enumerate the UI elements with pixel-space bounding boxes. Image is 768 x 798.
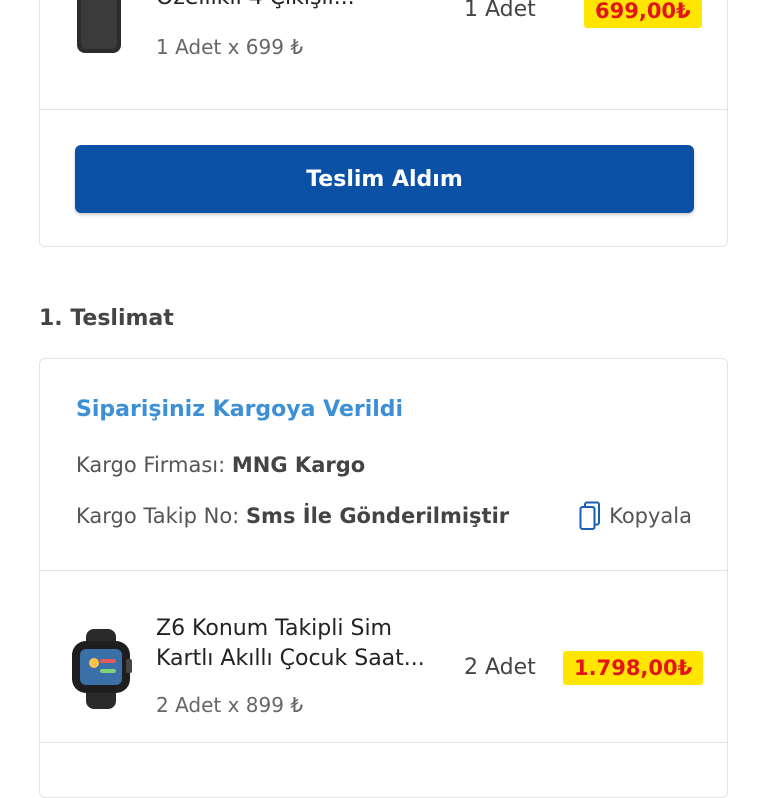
divider [40, 742, 727, 743]
tracking-label: Kargo Takip No: [76, 504, 240, 528]
copy-label: Kopyala [609, 504, 692, 528]
copy-button[interactable]: Kopyala [579, 501, 692, 531]
divider [40, 109, 727, 110]
order-card: Özellikli 4 Çıkışlı... 1 Adet 699,00₺ 1 … [39, 0, 728, 247]
product-quantity: 2 Adet [464, 655, 536, 680]
confirm-delivery-button[interactable]: Teslim Aldım [75, 145, 694, 213]
delivery-section-title: 1. Teslimat [39, 306, 174, 331]
copy-icon [579, 501, 601, 530]
carrier-value: MNG Kargo [231, 453, 366, 477]
product-unit-price: 1 Adet x 699 ₺ [156, 35, 304, 59]
carrier-row: Kargo Firması: MNG Kargo [76, 453, 365, 477]
carrier-label: Kargo Firması: [76, 453, 226, 477]
product-total-price: 699,00₺ [584, 0, 702, 28]
delivery-card: Siparişiniz Kargoya Verildi Kargo Firmas… [39, 358, 728, 798]
divider [40, 570, 727, 571]
tracking-row: Kargo Takip No: Sms İle Gönderilmiştir [76, 504, 509, 528]
product-name-line2[interactable]: Kartlı Akıllı Çocuk Saat... [156, 644, 425, 674]
product-name[interactable]: Özellikli 4 Çıkışlı... [156, 0, 355, 13]
tracking-value: Sms İle Gönderilmiştir [245, 504, 510, 528]
powerbank-image [77, 0, 121, 53]
smartwatch-image [72, 629, 132, 709]
product-name-line1[interactable]: Z6 Konum Takipli Sim [156, 614, 392, 644]
product-total-price: 1.798,00₺ [563, 651, 704, 685]
shipment-status: Siparişiniz Kargoya Verildi [76, 397, 404, 422]
product-quantity: 1 Adet [464, 0, 536, 22]
product-unit-price: 2 Adet x 899 ₺ [156, 693, 304, 717]
